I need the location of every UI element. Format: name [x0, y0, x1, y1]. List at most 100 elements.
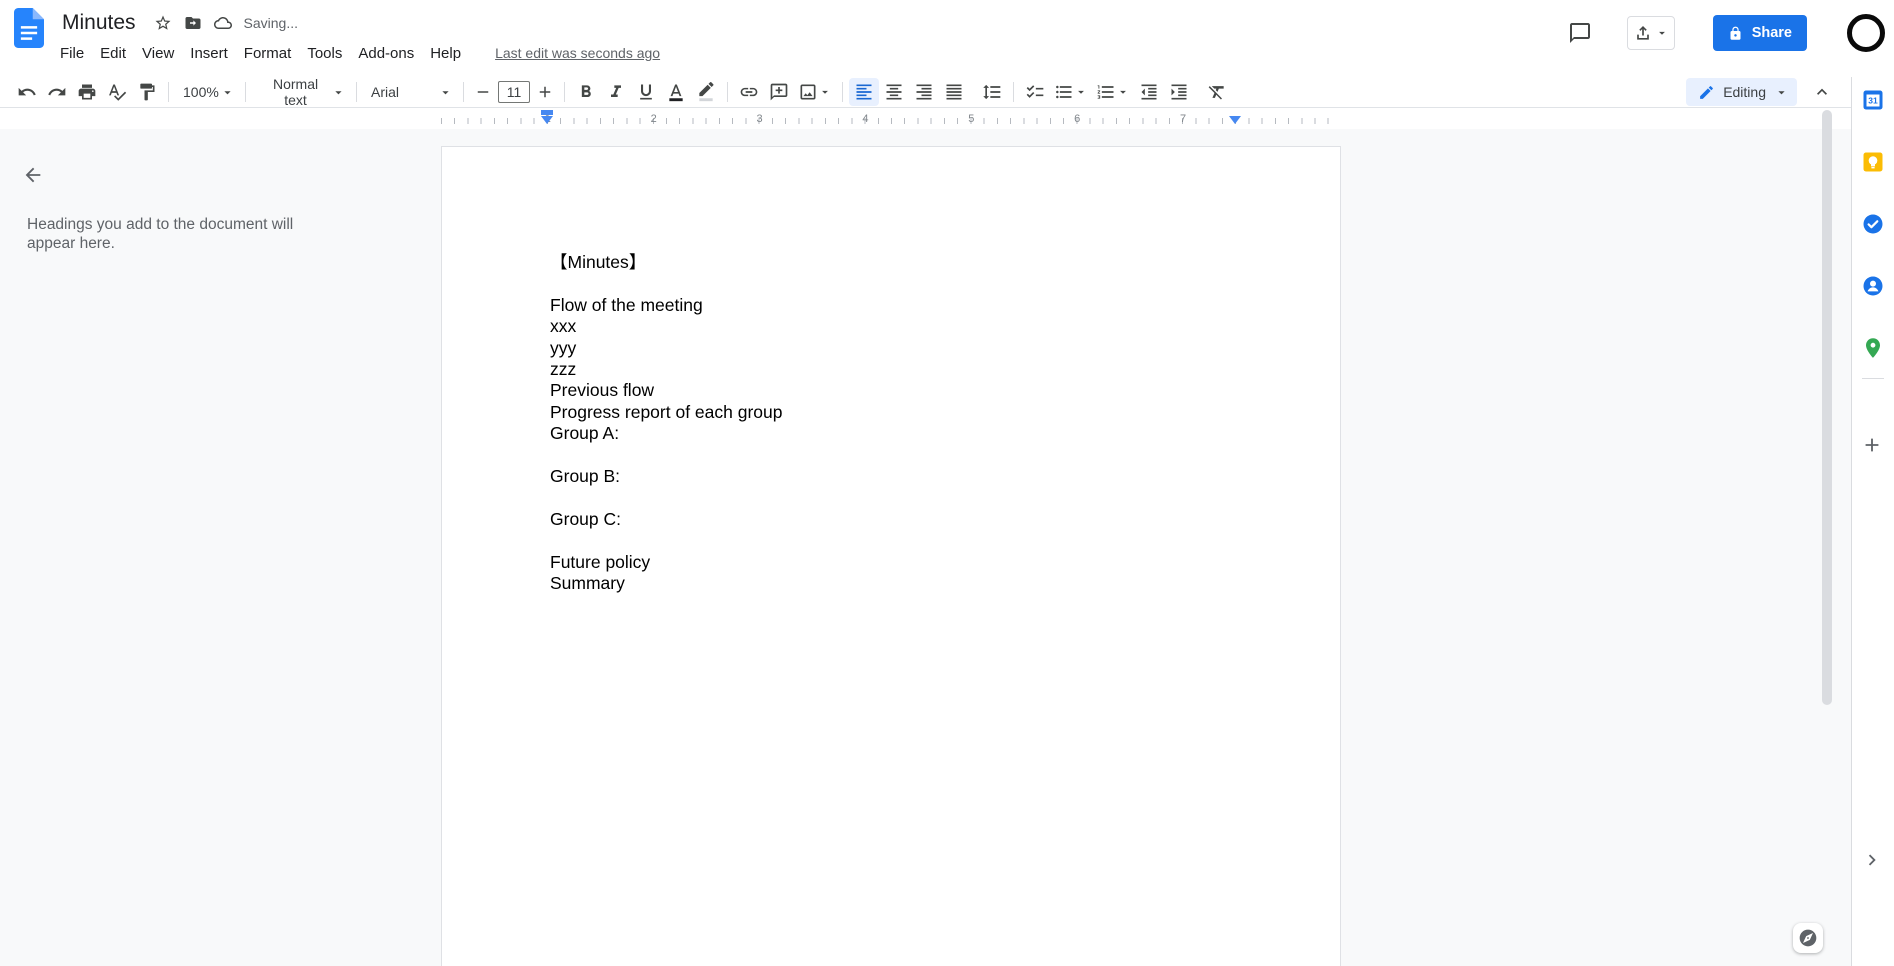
font-family-dropdown[interactable]: Arial [363, 78, 457, 106]
avatar[interactable] [1847, 14, 1885, 52]
docs-logo-icon[interactable] [14, 8, 44, 48]
redo-button[interactable] [42, 78, 72, 106]
insert-link-button[interactable] [734, 78, 764, 106]
underline-button[interactable] [631, 78, 661, 106]
highlight-color-button[interactable] [691, 78, 721, 106]
checklist-icon [1026, 85, 1044, 98]
keep-icon [1863, 152, 1883, 172]
decrease-font-size-button[interactable] [470, 78, 496, 106]
share-label: Share [1751, 25, 1792, 41]
pencil-icon [1700, 85, 1714, 99]
doc-line[interactable]: Group C: [550, 509, 1232, 530]
chevron-right-icon [1868, 854, 1876, 866]
last-edit-link[interactable]: Last edit was seconds ago [495, 45, 660, 61]
text-color-icon [669, 84, 683, 102]
paint-format-button[interactable] [132, 78, 162, 106]
font-size-input[interactable]: 11 [498, 81, 530, 103]
add-comment-button[interactable] [764, 78, 794, 106]
comment-history-button[interactable] [1561, 14, 1599, 52]
calendar-app-button[interactable]: 31 [1861, 88, 1885, 112]
menu-item[interactable]: Insert [182, 42, 236, 65]
redo-icon [48, 87, 66, 96]
menu-item[interactable]: View [134, 42, 182, 65]
title-row: Minutes Saving... [60, 8, 660, 38]
align-justify-button[interactable] [939, 78, 969, 106]
doc-line[interactable]: Group A: [550, 423, 1232, 444]
share-button[interactable]: Share [1712, 15, 1807, 51]
link-icon [740, 87, 758, 97]
doc-line[interactable]: zzz [550, 359, 1232, 380]
italic-icon [611, 85, 621, 97]
upload-button[interactable] [1626, 16, 1675, 50]
bold-button[interactable] [571, 78, 601, 106]
paragraph-style-dropdown[interactable]: Normal text [252, 76, 350, 108]
document-title[interactable]: Minutes [60, 11, 138, 35]
decrease-indent-button[interactable] [1134, 78, 1164, 106]
menu-item[interactable]: Add-ons [350, 42, 422, 65]
menu-item[interactable]: Tools [299, 42, 350, 65]
toolbar-divider [463, 82, 464, 102]
doc-line[interactable]: Previous flow [550, 380, 1232, 401]
numbered-list-icon [1097, 85, 1114, 99]
numbered-list-button[interactable] [1092, 78, 1134, 106]
left-indent-marker[interactable] [541, 116, 553, 124]
align-center-button[interactable] [879, 78, 909, 106]
zoom-dropdown[interactable]: 100% [175, 78, 239, 106]
paragraph-style-value: Normal text [272, 76, 319, 108]
increase-font-size-button[interactable] [532, 78, 558, 106]
italic-button[interactable] [601, 78, 631, 106]
vertical-scrollbar[interactable] [1822, 110, 1832, 705]
document-page[interactable]: 【Minutes】 Flow of the meeting xxx yyy zzz Pre… [441, 146, 1341, 966]
doc-line[interactable] [550, 445, 1232, 466]
move-folder-icon[interactable] [178, 8, 208, 38]
decrease-indent-icon [1141, 84, 1157, 100]
hide-menus-button[interactable] [1807, 78, 1837, 106]
first-line-indent-marker[interactable] [541, 110, 553, 115]
doc-line[interactable]: Progress report of each group [550, 402, 1232, 423]
line-spacing-button[interactable] [977, 78, 1007, 106]
menu-item[interactable]: Help [422, 42, 469, 65]
get-addons-button[interactable] [1861, 433, 1885, 457]
doc-line[interactable]: Flow of the meeting [550, 295, 1232, 316]
keep-app-button[interactable] [1861, 150, 1885, 174]
doc-line[interactable]: Group B: [550, 466, 1232, 487]
align-left-button[interactable] [849, 78, 879, 106]
outline-placeholder: Headings you add to the document will ap… [27, 216, 294, 252]
undo-icon [18, 87, 36, 96]
bold-icon [581, 85, 591, 97]
chevron-down-icon [822, 90, 828, 94]
print-button[interactable] [72, 78, 102, 106]
close-outline-button[interactable] [17, 159, 49, 191]
right-indent-marker[interactable] [1229, 116, 1241, 124]
doc-line[interactable] [550, 487, 1232, 508]
doc-line[interactable]: 【Minutes】 [550, 252, 1232, 273]
doc-line[interactable] [550, 530, 1232, 551]
bulleted-list-button[interactable] [1050, 78, 1092, 106]
menu-item[interactable]: Edit [92, 42, 134, 65]
tasks-app-button[interactable] [1861, 212, 1885, 236]
insert-image-button[interactable] [794, 78, 836, 106]
contacts-app-button[interactable] [1861, 274, 1885, 298]
maps-app-button[interactable] [1861, 336, 1885, 360]
align-right-button[interactable] [909, 78, 939, 106]
editing-mode-dropdown[interactable]: Editing [1686, 78, 1797, 106]
doc-line[interactable] [550, 273, 1232, 294]
increase-indent-button[interactable] [1164, 78, 1194, 106]
doc-line[interactable]: Future policy [550, 552, 1232, 573]
menu-item[interactable]: Format [236, 42, 300, 65]
spellcheck-button[interactable] [102, 78, 132, 106]
bulleted-list-icon [1056, 85, 1072, 99]
doc-line[interactable]: Summary [550, 573, 1232, 594]
star-icon[interactable] [148, 8, 178, 38]
hide-side-panel-button[interactable] [1861, 848, 1885, 872]
menu-item[interactable]: File [52, 42, 92, 65]
undo-button[interactable] [12, 78, 42, 106]
ruler[interactable]: 1 2 3 4 5 6 7 [0, 109, 1851, 129]
doc-line[interactable]: yyy [550, 338, 1232, 359]
header-actions: Share [1561, 14, 1885, 52]
clear-formatting-button[interactable] [1202, 78, 1232, 106]
checklist-button[interactable] [1020, 78, 1050, 106]
doc-line[interactable]: xxx [550, 316, 1232, 337]
text-color-button[interactable] [661, 78, 691, 106]
explore-button[interactable] [1793, 923, 1823, 953]
